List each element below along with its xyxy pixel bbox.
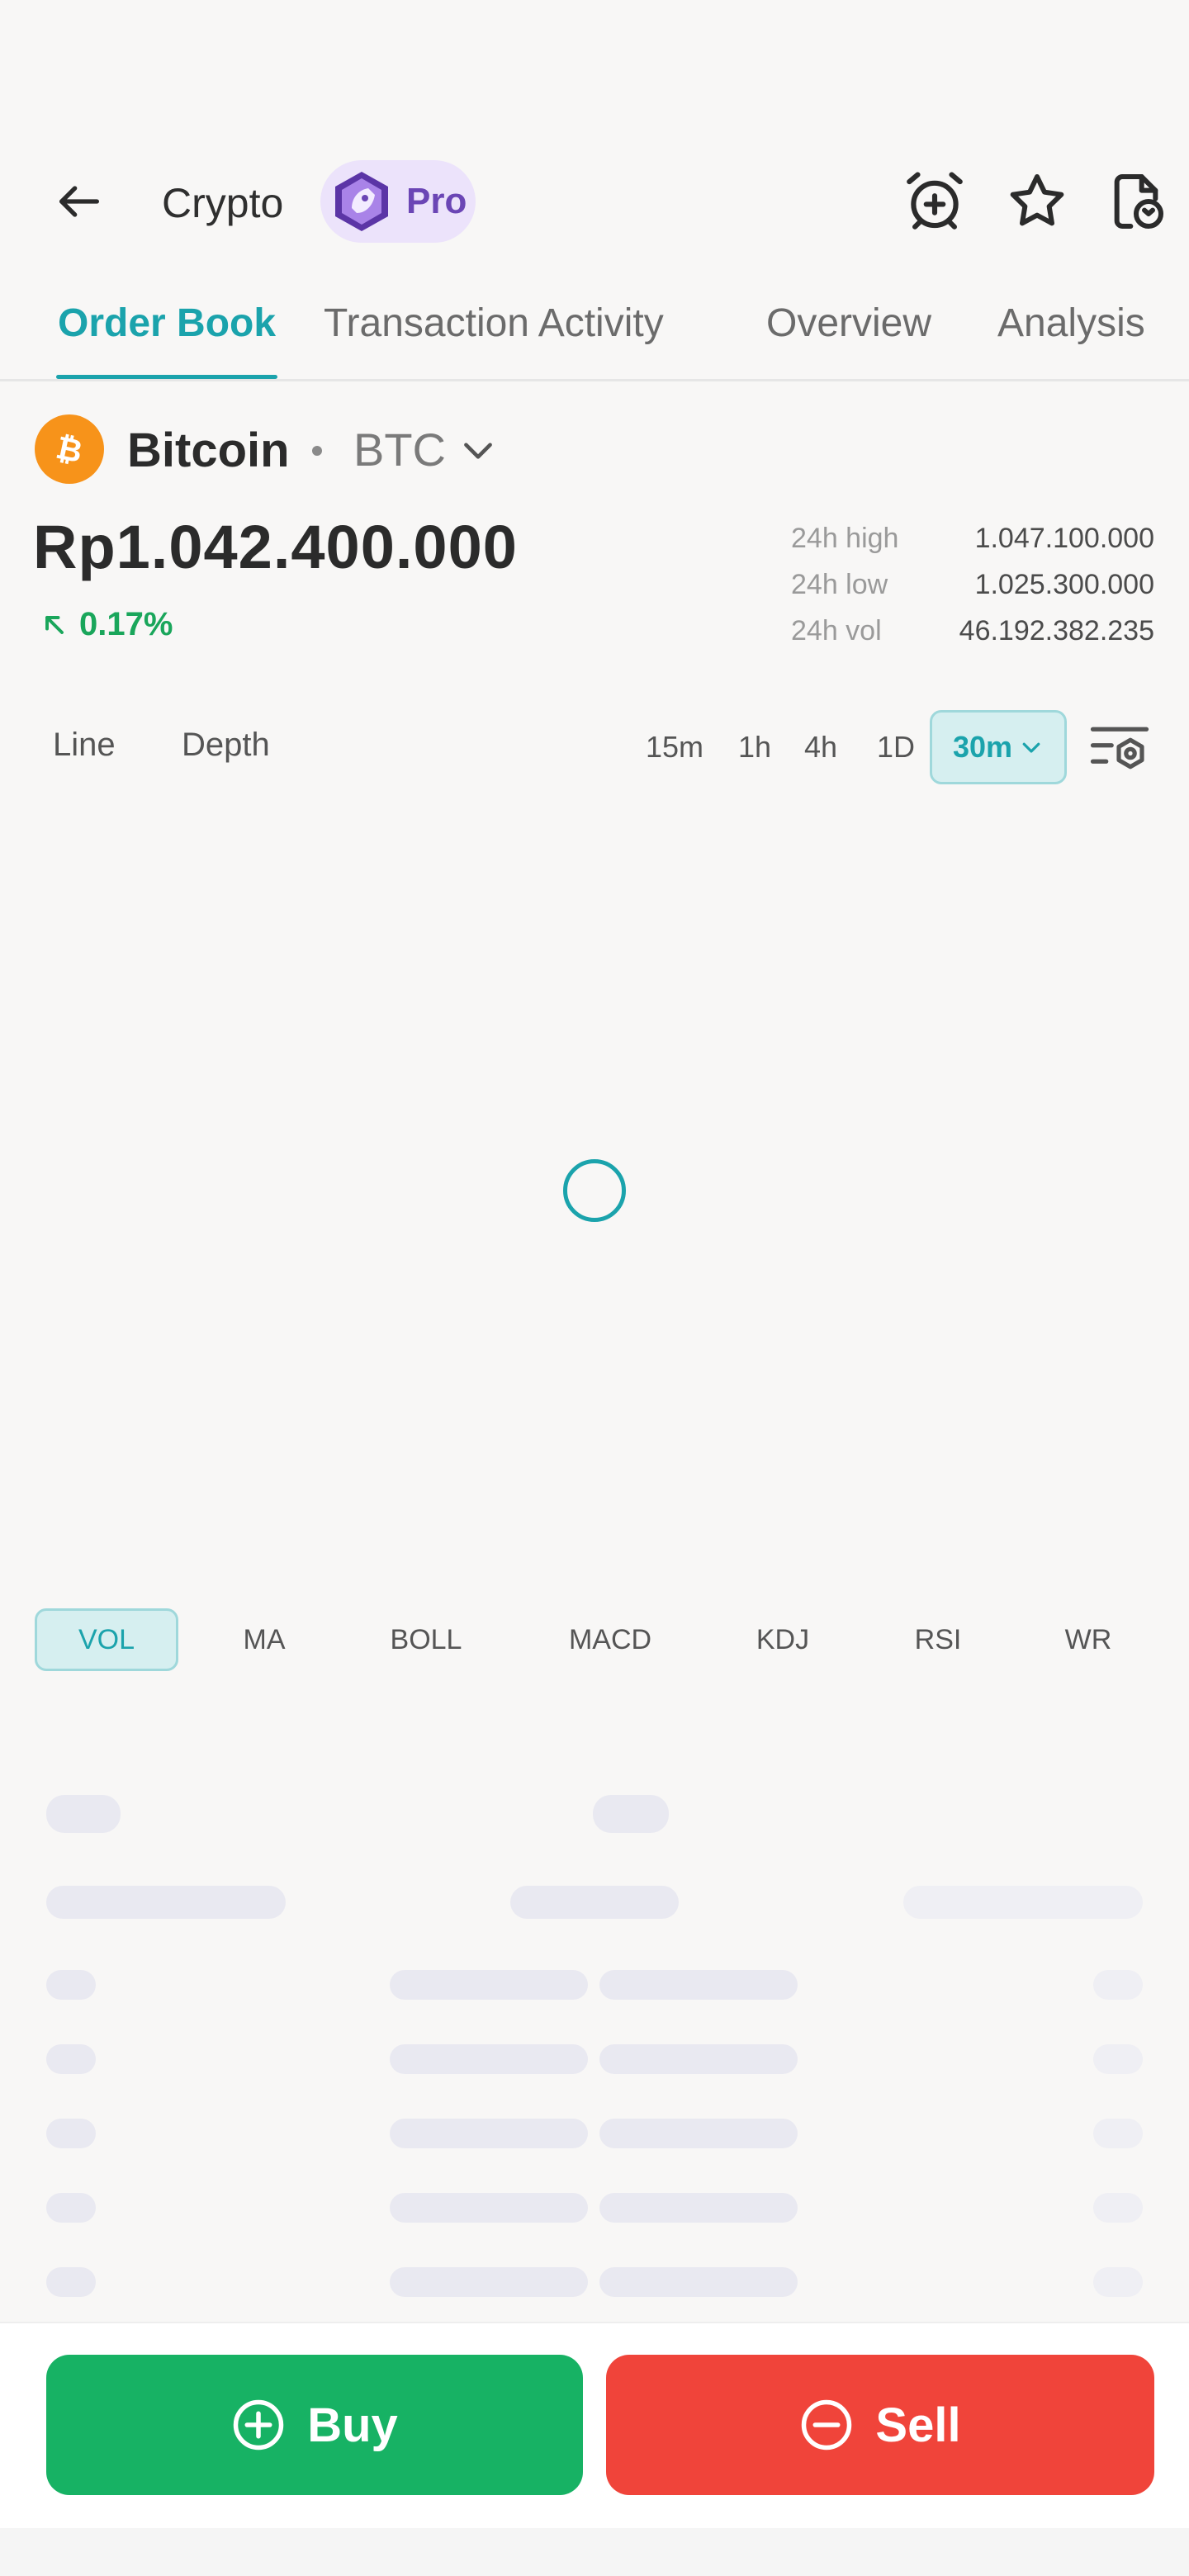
timeframe-1h[interactable]: 1h xyxy=(738,730,771,765)
skeleton-block xyxy=(1093,2044,1143,2074)
skeleton-block xyxy=(390,1970,588,2000)
rocket-hexagon-icon xyxy=(335,172,388,231)
skeleton-block xyxy=(46,1795,121,1833)
indicator-ma[interactable]: MA xyxy=(216,1608,312,1671)
bitcoin-logo-icon: ₿ xyxy=(35,414,104,484)
page-title: Crypto xyxy=(162,180,284,226)
timeframe-4h[interactable]: 4h xyxy=(804,730,837,765)
indicator-kdj[interactable]: KDJ xyxy=(733,1608,832,1671)
back-arrow-icon xyxy=(59,186,99,217)
stats-panel: 24h high 1.047.100.000 24h low 1.025.300… xyxy=(791,515,1154,654)
buy-label: Buy xyxy=(307,2398,398,2452)
favorite-button[interactable] xyxy=(999,163,1075,239)
active-tab-indicator xyxy=(56,375,277,379)
indicator-macd[interactable]: MACD xyxy=(550,1608,670,1671)
separator-dot xyxy=(312,446,322,456)
price-change: 0.17% xyxy=(40,606,173,643)
star-icon xyxy=(1010,174,1064,226)
tab-bar: Order Book Transaction Activity Overview… xyxy=(0,289,1189,381)
system-nav-area xyxy=(0,2528,1189,2576)
stat-value: 1.047.100.000 xyxy=(974,522,1154,554)
skeleton-block xyxy=(1093,2193,1143,2223)
timeframe-selected: 30m xyxy=(952,730,1013,764)
minus-circle-icon xyxy=(802,2399,852,2451)
skeleton-block xyxy=(1093,1970,1143,2000)
chart-type-line[interactable]: Line xyxy=(53,727,116,764)
stat-value: 46.192.382.235 xyxy=(959,614,1154,646)
sell-button[interactable]: Sell xyxy=(606,2355,1154,2495)
arrow-up-left-icon xyxy=(45,615,64,634)
chart-loading-spinner xyxy=(563,1159,626,1222)
pro-badge[interactable]: Pro xyxy=(320,160,476,243)
chart-type-depth[interactable]: Depth xyxy=(182,727,270,764)
indicator-rsi[interactable]: RSI xyxy=(895,1608,981,1671)
indicator-wr[interactable]: WR xyxy=(1045,1608,1131,1671)
indicator-boll[interactable]: BOLL xyxy=(368,1608,484,1671)
stat-24h-vol: 24h vol 46.192.382.235 xyxy=(791,608,1154,654)
skeleton-block xyxy=(599,2193,798,2223)
skeleton-block xyxy=(599,1970,798,2000)
stat-24h-high: 24h high 1.047.100.000 xyxy=(791,515,1154,561)
tab-order-book[interactable]: Order Book xyxy=(58,301,276,346)
coin-symbol[interactable]: BTC xyxy=(353,423,446,476)
current-price: Rp1.042.400.000 xyxy=(33,513,518,581)
document-sync-icon xyxy=(1114,174,1163,229)
svg-text:₿: ₿ xyxy=(53,429,86,471)
chart-settings-icon xyxy=(1090,727,1149,769)
coin-name: Bitcoin xyxy=(127,424,290,477)
skeleton-block xyxy=(46,2119,96,2148)
stat-label: 24h high xyxy=(791,522,899,554)
tab-overview[interactable]: Overview xyxy=(766,301,931,346)
skeleton-block xyxy=(46,2193,96,2223)
skeleton-block xyxy=(390,2119,588,2148)
skeleton-block xyxy=(599,2119,798,2148)
stat-value: 1.025.300.000 xyxy=(974,568,1154,600)
timeframe-dropdown[interactable]: 30m xyxy=(930,710,1067,784)
plus-circle-icon xyxy=(233,2399,284,2451)
price-alert-button[interactable] xyxy=(897,163,973,239)
skeleton-block xyxy=(46,2267,96,2297)
skeleton-block xyxy=(1093,2267,1143,2297)
skeleton-block xyxy=(390,2267,588,2297)
timeframe-1d[interactable]: 1D xyxy=(877,730,915,765)
skeleton-block xyxy=(46,1970,96,2000)
timeframe-15m[interactable]: 15m xyxy=(646,730,703,765)
skeleton-block xyxy=(390,2044,588,2074)
stat-label: 24h low xyxy=(791,568,888,600)
buy-button[interactable]: Buy xyxy=(46,2355,583,2495)
skeleton-block xyxy=(593,1795,669,1833)
skeleton-block xyxy=(46,2044,96,2074)
sell-label: Sell xyxy=(875,2398,961,2452)
back-button[interactable] xyxy=(46,168,112,234)
skeleton-block xyxy=(390,2193,588,2223)
price-change-value: 0.17% xyxy=(79,606,173,642)
skeleton-block xyxy=(599,2044,798,2074)
tab-analysis[interactable]: Analysis xyxy=(997,301,1145,346)
stat-24h-low: 24h low 1.025.300.000 xyxy=(791,561,1154,608)
alarm-add-icon xyxy=(907,172,963,230)
skeleton-block xyxy=(1093,2119,1143,2148)
report-button[interactable] xyxy=(1098,163,1174,239)
skeleton-block xyxy=(599,2267,798,2297)
chevron-down-icon xyxy=(1022,742,1040,753)
indicator-vol[interactable]: VOL xyxy=(35,1608,178,1671)
pro-label: Pro xyxy=(406,181,467,221)
coin-selector-chevron-icon[interactable] xyxy=(457,429,499,471)
stat-label: 24h vol xyxy=(791,614,882,646)
chart-settings-button[interactable] xyxy=(1087,715,1153,781)
skeleton-block xyxy=(510,1886,679,1919)
skeleton-block xyxy=(46,1886,286,1919)
skeleton-block xyxy=(903,1886,1143,1919)
tab-transaction-activity[interactable]: Transaction Activity xyxy=(324,301,664,346)
